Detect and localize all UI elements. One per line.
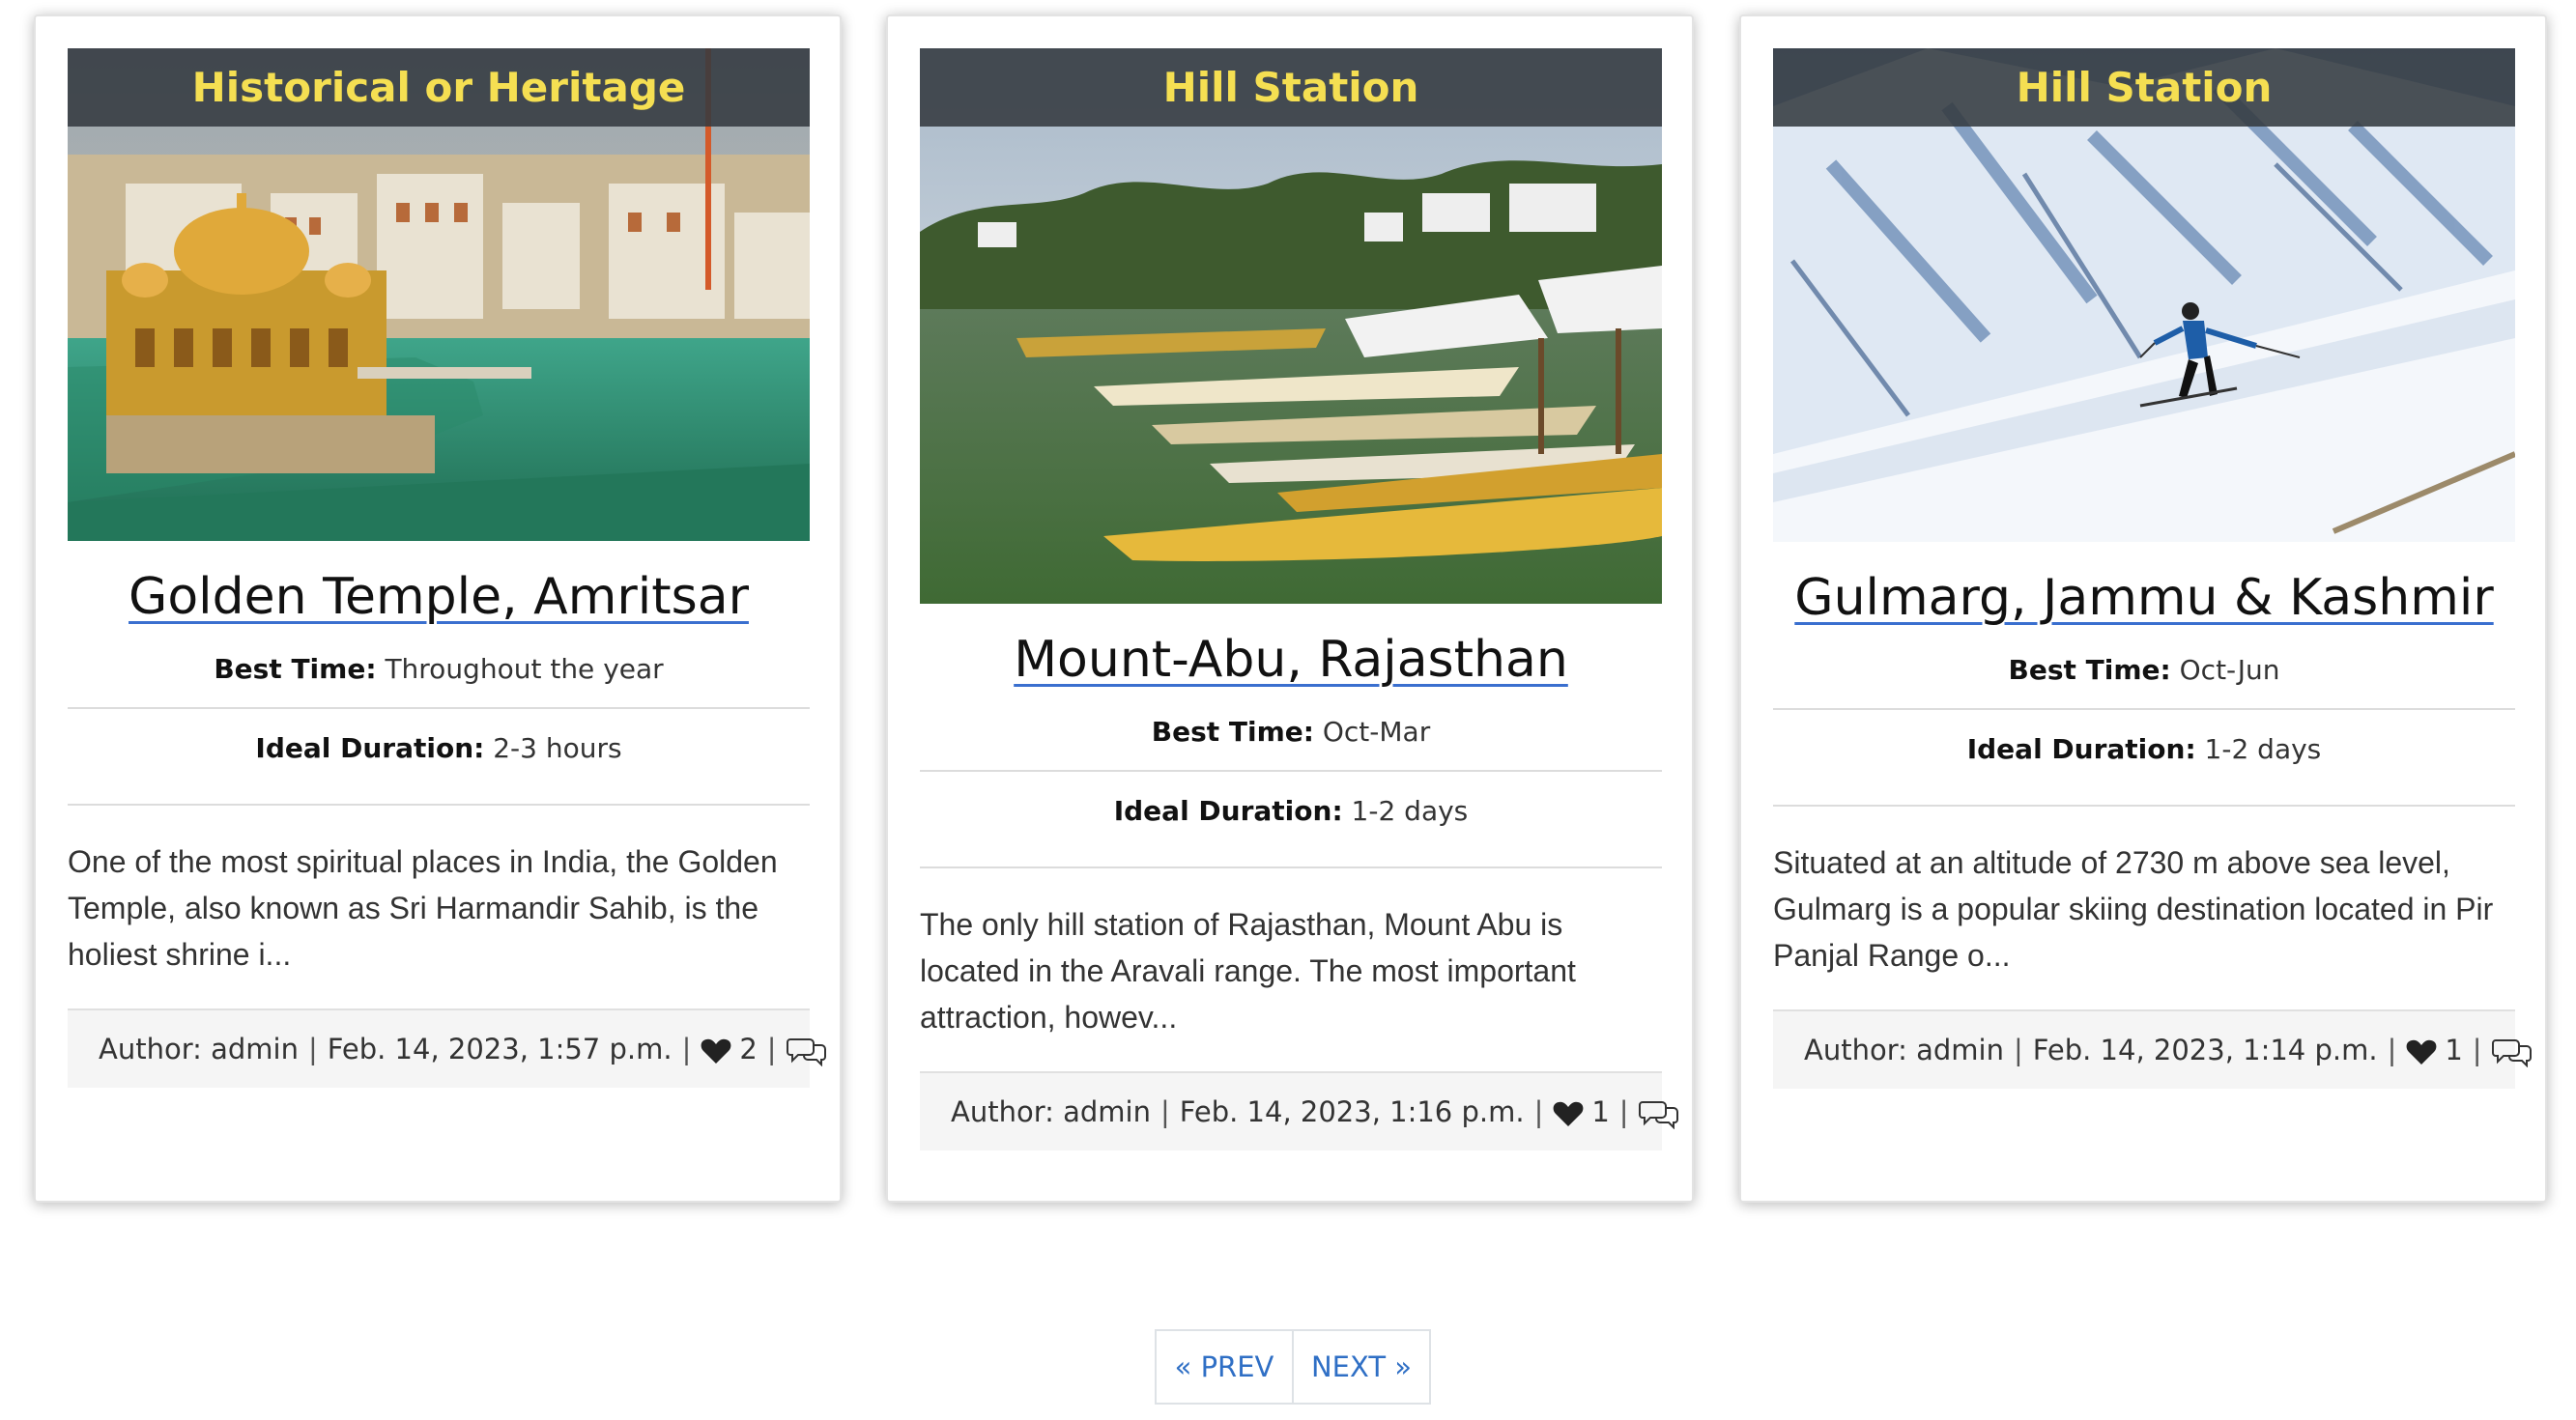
card-image[interactable]: Historical or Heritage <box>68 48 810 541</box>
comment-icon[interactable] <box>2491 1034 2533 1067</box>
like-count: 2 <box>739 1033 758 1065</box>
best-time-value: Oct-Mar <box>1322 716 1431 748</box>
best-time-label: Best Time: <box>1151 716 1314 748</box>
card-description: One of the most spiritual places in Indi… <box>68 844 778 972</box>
category-badge: Historical or Heritage <box>68 48 810 127</box>
card-description: Situated at an altitude of 2730 m above … <box>1773 845 2494 973</box>
duration-row: Ideal Duration: 1-2 days <box>920 772 1662 868</box>
author-text: Author: admin <box>1804 1034 2004 1066</box>
destination-cards: Historical or Heritage Golden Temple, Am… <box>0 0 2576 1217</box>
duration-label: Ideal Duration: <box>1113 795 1343 827</box>
comment-icon[interactable] <box>786 1033 827 1066</box>
prev-page-button[interactable]: « PREV <box>1155 1329 1294 1405</box>
heart-icon[interactable] <box>1553 1095 1584 1128</box>
card-image[interactable]: Hill Station <box>1773 48 2515 542</box>
post-date: Feb. 14, 2023, 1:16 p.m. <box>1179 1095 1525 1128</box>
best-time-row: Best Time: Oct-Jun <box>1773 635 2515 710</box>
next-page-button[interactable]: NEXT » <box>1292 1329 1431 1405</box>
duration-row: Ideal Duration: 2-3 hours <box>68 709 810 806</box>
heart-icon[interactable] <box>701 1033 731 1065</box>
best-time-row: Best Time: Throughout the year <box>68 634 810 709</box>
destination-card: Hill Station Gulmarg, Jammu & Kashmir Be… <box>1739 14 2547 1203</box>
heart-icon[interactable] <box>2406 1034 2437 1066</box>
mount-abu-image <box>920 48 1662 604</box>
card-footer: Author: admin | Feb. 14, 2023, 1:16 p.m.… <box>920 1071 1678 1150</box>
post-date: Feb. 14, 2023, 1:57 p.m. <box>327 1033 673 1065</box>
best-time-value: Throughout the year <box>385 653 664 685</box>
best-time-row: Best Time: Oct-Mar <box>920 696 1662 772</box>
card-title-link[interactable]: Golden Temple, Amritsar <box>68 560 810 634</box>
duration-label: Ideal Duration: <box>1966 733 2196 765</box>
best-time-value: Oct-Jun <box>2179 654 2280 686</box>
like-count: 1 <box>1591 1095 1610 1128</box>
destination-card: Historical or Heritage Golden Temple, Am… <box>34 14 842 1203</box>
like-count: 1 <box>2445 1034 2463 1066</box>
duration-row: Ideal Duration: 1-2 days <box>1773 710 2515 807</box>
card-title-link[interactable]: Gulmarg, Jammu & Kashmir <box>1773 561 2515 635</box>
author-text: Author: admin <box>99 1033 299 1065</box>
duration-value: 1-2 days <box>2204 733 2322 765</box>
card-image[interactable]: Hill Station <box>920 48 1662 604</box>
card-description: The only hill station of Rajasthan, Moun… <box>920 907 1576 1035</box>
card-footer: Author: admin | Feb. 14, 2023, 1:14 p.m.… <box>1773 1009 2532 1089</box>
card-title-link[interactable]: Mount-Abu, Rajasthan <box>920 623 1662 696</box>
category-badge: Hill Station <box>920 48 1662 127</box>
pagination: « PREV NEXT » <box>1155 1329 1431 1405</box>
best-time-label: Best Time: <box>214 653 377 685</box>
duration-value: 2-3 hours <box>493 732 622 764</box>
post-date: Feb. 14, 2023, 1:14 p.m. <box>2032 1034 2378 1066</box>
duration-label: Ideal Duration: <box>255 732 485 764</box>
duration-value: 1-2 days <box>1351 795 1469 827</box>
best-time-label: Best Time: <box>2008 654 2171 686</box>
author-text: Author: admin <box>951 1095 1151 1128</box>
card-footer: Author: admin | Feb. 14, 2023, 1:57 p.m.… <box>68 1008 826 1088</box>
category-badge: Hill Station <box>1773 48 2515 127</box>
comment-icon[interactable] <box>1638 1095 1679 1129</box>
destination-card: Hill Station Mount-Abu, Rajasthan Best T… <box>886 14 1694 1203</box>
